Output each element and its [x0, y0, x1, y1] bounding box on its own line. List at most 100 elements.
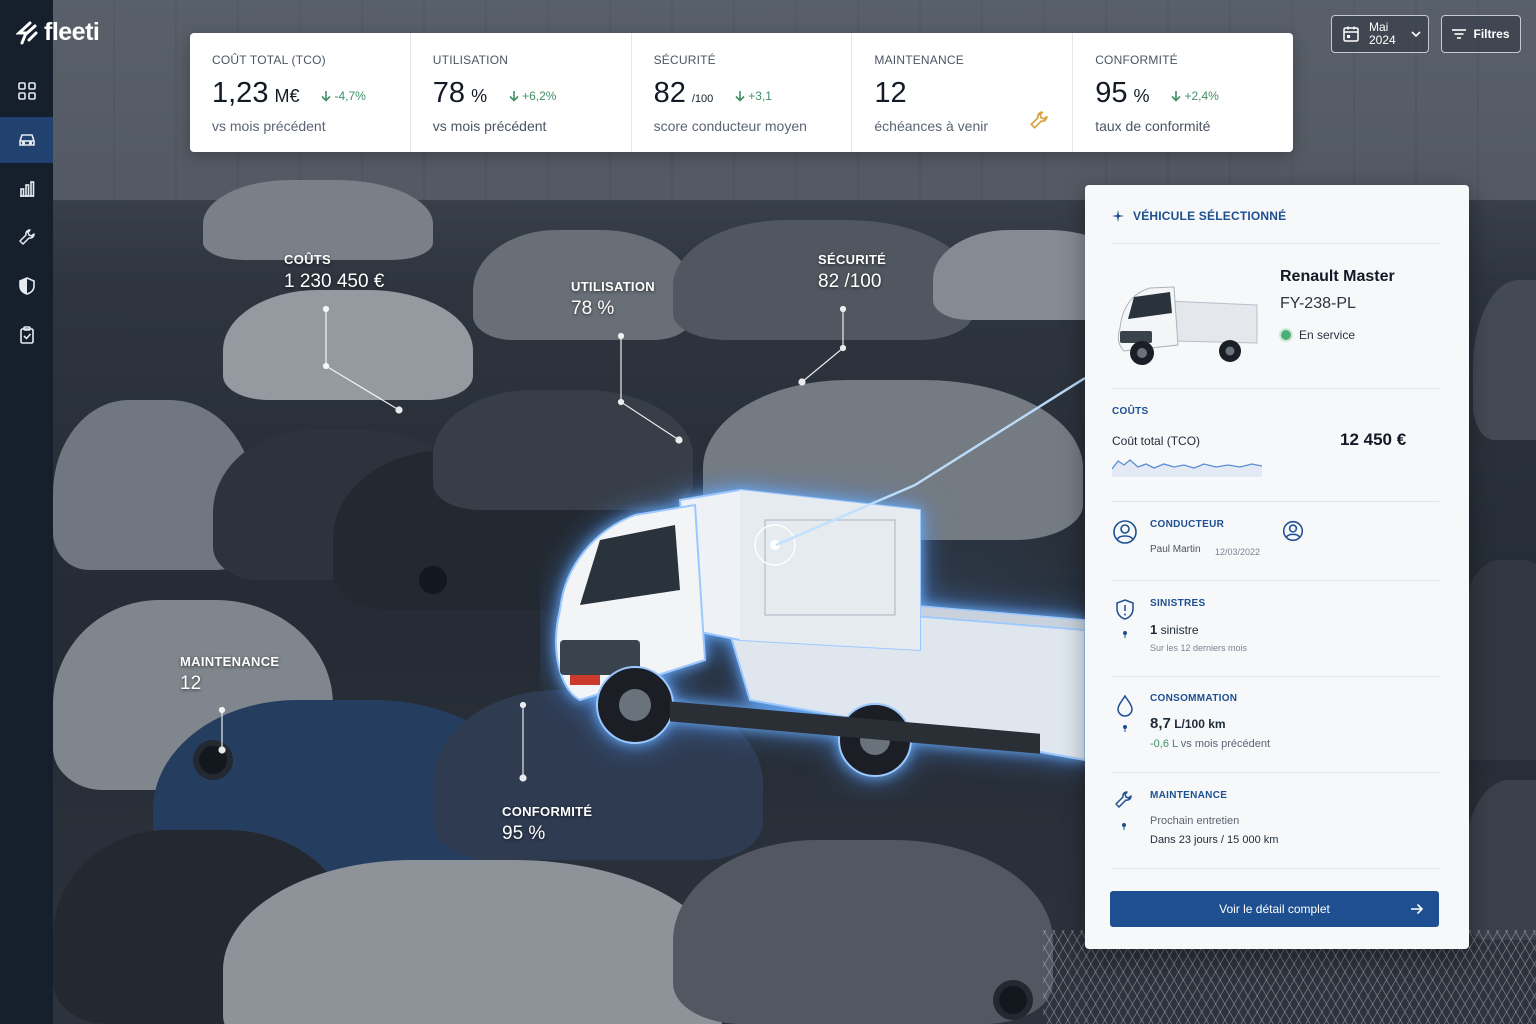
- divider: [1112, 580, 1439, 581]
- cost-sparkline: [1112, 459, 1262, 477]
- arrow-down-icon: [509, 91, 519, 102]
- consumption-delta: -0,6 L: [1150, 738, 1178, 750]
- panel-header-label: VÉHICULE SÉLECTIONNÉ: [1133, 209, 1287, 223]
- sidebar-item-dashboard[interactable]: [0, 68, 53, 114]
- kpi-sub: vs mois précédent: [432, 118, 547, 134]
- section-couts-value: 12 450 €: [1340, 430, 1407, 449]
- divider: [1112, 388, 1439, 389]
- bar-chart-icon: [19, 181, 34, 197]
- divider: [1112, 243, 1439, 244]
- kpi-label: SÉCURITÉ: [653, 53, 716, 67]
- kpi-delta: +2,4%: [1171, 89, 1219, 103]
- kpi-bar: COÛT TOTAL (TCO) 1,23 M€ -4,7% vs mois p…: [190, 33, 1293, 152]
- kpi-label: MAINTENANCE: [874, 53, 964, 67]
- overlay-couts-title: COÛTS: [284, 252, 331, 267]
- kpi-unit: %: [471, 86, 488, 106]
- section-couts-label: Coût total (TCO): [1112, 434, 1201, 448]
- divider: [1112, 772, 1439, 773]
- sidebar-item-compliance[interactable]: [0, 312, 53, 358]
- arrow-down-icon: [1171, 91, 1182, 102]
- kpi-securite[interactable]: SÉCURITÉ 82 /100 +3,1 score conducteur m…: [632, 33, 853, 152]
- divider: [1112, 676, 1439, 677]
- sidebar-item-reports[interactable]: [0, 166, 53, 212]
- car-icon: [18, 134, 35, 146]
- year-label: 2024: [1369, 33, 1396, 47]
- maintenance-next-value: Dans 23 jours / 15 000 km: [1150, 834, 1279, 846]
- divider: [1112, 868, 1439, 869]
- driver-profile-icon[interactable]: [1282, 520, 1304, 542]
- kpi-conformite[interactable]: CONFORMITÉ 95 % +2,4% taux de conformité: [1073, 33, 1293, 152]
- kpi-label: UTILISATION: [432, 53, 509, 67]
- panel-header: VÉHICULE SÉLECTIONNÉ: [1112, 209, 1286, 223]
- kpi-sub: score conducteur moyen: [653, 118, 807, 134]
- driver-avatar-icon: [1113, 520, 1137, 544]
- vehicle-plate: FY-238-PL: [1280, 295, 1356, 312]
- divider: [1112, 501, 1439, 502]
- vehicle-status-label: En service: [1299, 328, 1356, 342]
- arrow-down-icon: [321, 91, 332, 102]
- fuel-drop-icon: [1117, 694, 1133, 732]
- section-conducteur-title: CONDUCTEUR: [1150, 519, 1225, 530]
- vehicle-status: En service: [1281, 328, 1355, 342]
- driver-date: 12/03/2022: [1215, 547, 1261, 557]
- overlay-securite: SÉCURITÉ 82 /100: [818, 252, 886, 293]
- filter-lines-icon: [1452, 29, 1467, 39]
- arrow-right-icon: [1411, 903, 1424, 915]
- sinistres-count: 1: [1150, 622, 1158, 637]
- kpi-unit: M€: [274, 86, 300, 106]
- sinistres-sub: Sur les 12 derniers mois: [1150, 643, 1248, 653]
- view-details-button[interactable]: Voir le détail complet: [1110, 891, 1439, 927]
- kpi-delta-value: +2,4%: [1184, 89, 1219, 103]
- kpi-label: COÛT TOTAL (TCO): [212, 53, 326, 67]
- kpi-sub: vs mois précédent: [212, 118, 326, 134]
- overlay-utilisation-value: 78 %: [571, 298, 615, 319]
- overlay-maintenance: MAINTENANCE 12: [180, 654, 279, 695]
- app-logo-text: fleeti: [44, 18, 100, 46]
- sidebar-item-maintenance[interactable]: [0, 214, 53, 260]
- arrow-down-icon: [735, 91, 745, 102]
- month-selector[interactable]: Mai 2024: [1331, 15, 1429, 53]
- shield-alert-icon: [1116, 599, 1134, 638]
- consumption-delta-line: -0,6 L vs mois précédent: [1150, 738, 1270, 750]
- overlay-utilisation: UTILISATION 78 %: [571, 279, 655, 320]
- kpi-cout-total[interactable]: COÛT TOTAL (TCO) 1,23 M€ -4,7% vs mois p…: [190, 33, 411, 152]
- consumption-delta-label: vs mois précédent: [1180, 738, 1271, 750]
- kpi-sub: taux de conformité: [1095, 118, 1211, 134]
- kpi-maintenance[interactable]: MAINTENANCE 12 échéances à venir: [852, 33, 1074, 152]
- grid-icon: [17, 82, 36, 100]
- filters-button[interactable]: Filtres: [1441, 15, 1521, 53]
- driver-name: Paul Martin: [1150, 544, 1201, 555]
- kpi-value: 82: [653, 77, 686, 109]
- wrench-icon: [1115, 791, 1132, 830]
- kpi-label: CONFORMITÉ: [1095, 53, 1178, 67]
- sparkle-icon: [1112, 210, 1124, 222]
- overlay-maintenance-title: MAINTENANCE: [180, 654, 280, 669]
- wrench-icon: [1030, 111, 1048, 129]
- kpi-unit: %: [1133, 86, 1150, 106]
- sidebar-item-security[interactable]: [0, 263, 53, 309]
- maintenance-next-label: Prochain entretien: [1150, 815, 1240, 827]
- kpi-value: 78: [432, 77, 466, 109]
- kpi-utilisation[interactable]: UTILISATION 78 % +6,2% vs mois précédent: [411, 33, 632, 152]
- kpi-delta: +3,1: [735, 89, 772, 103]
- kpi-delta: -4,7%: [321, 89, 366, 103]
- calendar-icon: [1343, 26, 1359, 42]
- vehicle-name: Renault Master: [1280, 268, 1395, 285]
- kpi-value: 1,23: [212, 77, 269, 109]
- vehicle-thumbnail: [1117, 286, 1258, 365]
- app-logo[interactable]: fleeti: [16, 18, 100, 47]
- section-couts-title: COÛTS: [1112, 406, 1149, 417]
- kpi-value: 12: [874, 77, 907, 109]
- view-details-label: Voir le détail complet: [1219, 902, 1330, 916]
- filters-label: Filtres: [1473, 27, 1510, 41]
- consumption-unit: L/100 km: [1174, 717, 1226, 731]
- overlay-securite-title: SÉCURITÉ: [818, 252, 887, 267]
- shield-icon: [18, 277, 35, 295]
- kpi-delta-value: +6,2%: [522, 89, 557, 103]
- selected-truck-highlight[interactable]: [540, 470, 1085, 800]
- kpi-unit: /100: [691, 93, 714, 105]
- clipboard-check-icon: [19, 326, 34, 344]
- overlay-couts-value: 1 230 450 €: [284, 271, 385, 292]
- wrench-icon: [18, 229, 35, 245]
- sidebar-item-vehicles[interactable]: [0, 117, 53, 163]
